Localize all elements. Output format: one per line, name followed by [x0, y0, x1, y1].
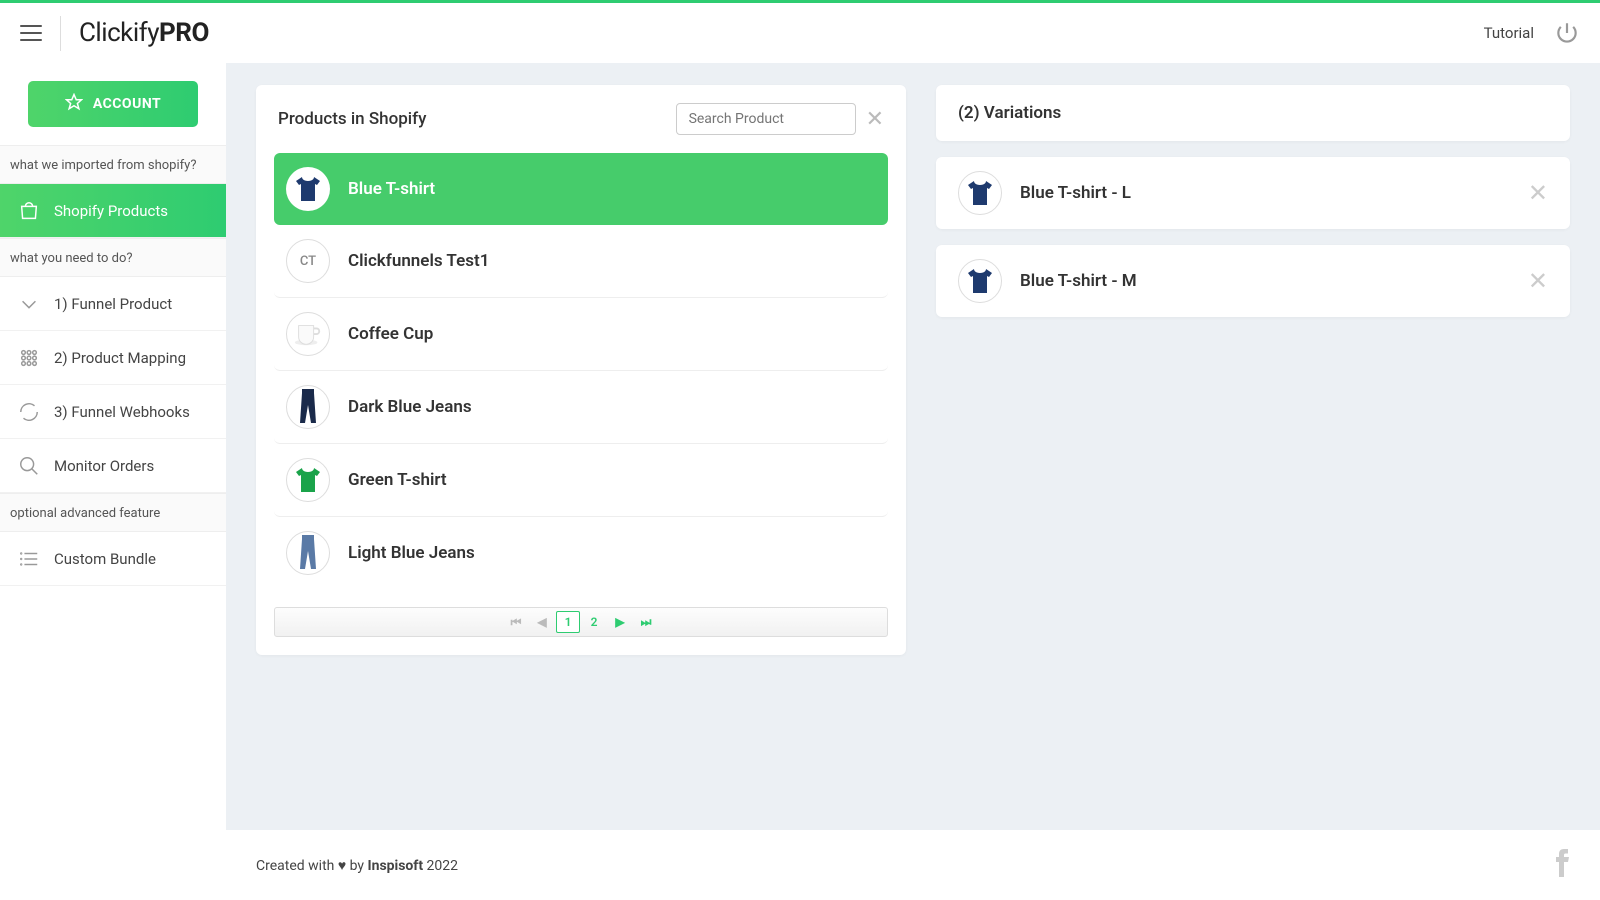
page-number[interactable]: 1 — [556, 611, 580, 633]
variation-avatar — [958, 171, 1002, 215]
sidebar-item-label: Shopify Products — [54, 202, 168, 220]
sidebar: ACCOUNT what we imported from shopify? S… — [0, 63, 226, 900]
app-logo: ClickifyPRO — [79, 18, 209, 48]
product-row[interactable]: Coffee Cup — [274, 298, 888, 371]
sidebar-item-label: 3) Funnel Webhooks — [54, 403, 190, 421]
search-icon — [18, 455, 40, 477]
sidebar-item-label: 2) Product Mapping — [54, 349, 186, 367]
product-avatar: CT — [286, 239, 330, 283]
facebook-icon[interactable] — [1554, 849, 1570, 881]
app-header: ClickifyPRO Tutorial — [0, 3, 1600, 63]
product-row[interactable]: Dark Blue Jeans — [274, 371, 888, 444]
chevron-down-icon — [18, 293, 40, 315]
page-number[interactable]: 2 — [582, 611, 606, 633]
variation-card[interactable]: Blue T-shirt - L ✕ — [936, 157, 1570, 229]
product-name: Light Blue Jeans — [348, 543, 475, 563]
sidebar-item-label: 1) Funnel Product — [54, 295, 172, 313]
page-next-icon[interactable]: ▶ — [608, 611, 632, 633]
sidebar-item-product-mapping[interactable]: 2) Product Mapping — [0, 331, 226, 385]
products-panel: Products in Shopify ✕ Blue T-shirt CT Clic… — [256, 85, 906, 655]
product-avatar — [286, 531, 330, 575]
product-avatar — [286, 167, 330, 211]
divider — [60, 16, 61, 51]
grid-icon — [18, 347, 40, 369]
product-avatar — [286, 458, 330, 502]
account-button[interactable]: ACCOUNT — [28, 81, 198, 127]
product-name: Coffee Cup — [348, 324, 433, 344]
sidebar-item-funnel-webhooks[interactable]: 3) Funnel Webhooks — [0, 385, 226, 439]
sidebar-item-label: Custom Bundle — [54, 550, 156, 568]
sidebar-item-label: Monitor Orders — [54, 457, 154, 475]
power-icon[interactable] — [1554, 20, 1580, 46]
product-avatar — [286, 385, 330, 429]
menu-toggle-icon[interactable] — [20, 25, 42, 41]
variation-avatar — [958, 259, 1002, 303]
sidebar-item-shopify-products[interactable]: Shopify Products — [0, 184, 226, 238]
product-name: Blue T-shirt — [348, 179, 435, 199]
sidebar-item-custom-bundle[interactable]: Custom Bundle — [0, 532, 226, 586]
product-name: Green T-shirt — [348, 470, 447, 490]
page-first-icon[interactable]: ⏮ — [504, 611, 528, 633]
pagination: ⏮ ◀ 12 ▶ ⏭ — [274, 607, 888, 637]
product-row[interactable]: Blue T-shirt — [274, 153, 888, 225]
sidebar-section-advanced: optional advanced feature — [0, 493, 226, 532]
list-icon — [18, 548, 40, 570]
variations-title: (2) Variations — [936, 85, 1570, 141]
page-last-icon[interactable]: ⏭ — [634, 611, 658, 633]
clear-search-icon[interactable]: ✕ — [866, 107, 884, 132]
variation-card[interactable]: Blue T-shirt - M ✕ — [936, 245, 1570, 317]
search-input[interactable] — [676, 103, 856, 135]
product-row[interactable]: Green T-shirt — [274, 444, 888, 517]
tutorial-link[interactable]: Tutorial — [1484, 24, 1534, 42]
product-row[interactable]: Light Blue Jeans — [274, 517, 888, 589]
variation-name: Blue T-shirt - L — [1020, 183, 1510, 203]
footer: Created with ♥ by Inspisoft 2022 — [226, 830, 1600, 900]
remove-variation-icon[interactable]: ✕ — [1528, 267, 1548, 295]
variation-name: Blue T-shirt - M — [1020, 271, 1510, 291]
refresh-icon — [18, 401, 40, 423]
page-prev-icon[interactable]: ◀ — [530, 611, 554, 633]
sidebar-section-imported: what we imported from shopify? — [0, 145, 226, 184]
star-icon — [65, 93, 83, 115]
sidebar-item-monitor-orders[interactable]: Monitor Orders — [0, 439, 226, 493]
variations-panel-header: (2) Variations — [936, 85, 1570, 141]
bag-icon — [18, 200, 40, 222]
product-avatar — [286, 312, 330, 356]
product-name: Dark Blue Jeans — [348, 397, 472, 417]
products-panel-title: Products in Shopify — [278, 109, 426, 129]
remove-variation-icon[interactable]: ✕ — [1528, 179, 1548, 207]
product-row[interactable]: CT Clickfunnels Test1 — [274, 225, 888, 298]
sidebar-section-todo: what you need to do? — [0, 238, 226, 277]
product-name: Clickfunnels Test1 — [348, 251, 489, 271]
sidebar-item-funnel-product[interactable]: 1) Funnel Product — [0, 277, 226, 331]
